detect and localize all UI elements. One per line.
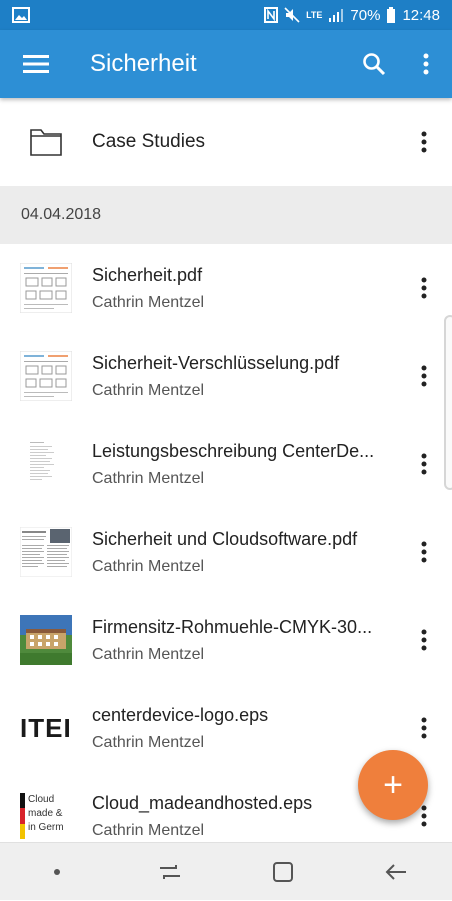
more-vert-icon bbox=[423, 53, 429, 75]
search-icon bbox=[363, 53, 386, 76]
nfc-icon bbox=[264, 7, 279, 23]
more-vert-icon bbox=[421, 717, 427, 739]
mute-icon bbox=[284, 7, 300, 23]
file-owner: Cathrin Mentzel bbox=[92, 821, 205, 839]
file-name: Sicherheit.pdf bbox=[92, 264, 203, 285]
fast-scroll-handle[interactable] bbox=[444, 315, 452, 490]
file-name: Firmensitz-Rohmuehle-CMYK-30... bbox=[92, 616, 373, 637]
pdf-thumbnail bbox=[0, 332, 92, 420]
recents-icon bbox=[159, 864, 180, 879]
add-button[interactable]: + bbox=[358, 750, 428, 820]
eps-thumbnail-line: Cloud bbox=[28, 794, 55, 805]
hamburger-icon bbox=[23, 55, 49, 73]
app-bar: Sicherheit bbox=[0, 30, 452, 98]
more-vert-icon bbox=[421, 453, 427, 475]
network-type: LTE bbox=[306, 10, 323, 20]
more-vert-icon bbox=[421, 277, 427, 299]
home-icon bbox=[272, 861, 293, 882]
file-list[interactable]: Case Studies 04.04.2018 Sicherheit.pdf C… bbox=[0, 98, 452, 842]
overflow-menu-button[interactable] bbox=[400, 30, 452, 98]
system-nav-bar bbox=[0, 842, 452, 900]
pdf-thumbnail bbox=[0, 420, 92, 508]
status-bar: LTE 70% 12:48 bbox=[0, 0, 452, 30]
folder-row[interactable]: Case Studies bbox=[0, 98, 452, 186]
file-name: centerdevice-logo.eps bbox=[92, 704, 269, 725]
file-owner: Cathrin Mentzel bbox=[92, 733, 205, 751]
folder-icon bbox=[0, 127, 92, 157]
list-item[interactable]: Sicherheit und Cloudsoftware.pdf Cathrin… bbox=[0, 508, 452, 596]
recent-apps-button[interactable] bbox=[140, 843, 200, 901]
image-thumbnail bbox=[0, 596, 92, 684]
eps-thumbnail-line: in Germ bbox=[28, 822, 64, 833]
search-button[interactable] bbox=[348, 30, 400, 98]
folder-more-button[interactable] bbox=[396, 112, 452, 172]
file-more-button[interactable] bbox=[396, 258, 452, 318]
file-name: Sicherheit und Cloudsoftware.pdf bbox=[92, 528, 358, 549]
eps-thumbnail-line: made & bbox=[28, 808, 63, 819]
file-more-button[interactable] bbox=[396, 522, 452, 582]
plus-icon: + bbox=[383, 765, 403, 804]
file-more-button[interactable] bbox=[396, 610, 452, 670]
file-more-button[interactable] bbox=[396, 698, 452, 758]
dot-icon bbox=[53, 868, 60, 875]
logo-thumbnail-text: ITEI bbox=[20, 712, 72, 743]
battery-percent: 70% bbox=[350, 6, 381, 24]
page-title: Sicherheit bbox=[90, 50, 197, 77]
file-name: Cloud_madeandhosted.eps bbox=[92, 792, 313, 813]
more-vert-icon bbox=[421, 629, 427, 651]
battery-icon bbox=[387, 7, 396, 23]
more-vert-icon bbox=[421, 805, 427, 827]
list-item[interactable]: Firmensitz-Rohmuehle-CMYK-30... Cathrin … bbox=[0, 596, 452, 684]
folder-name: Case Studies bbox=[92, 131, 206, 152]
file-owner: Cathrin Mentzel bbox=[92, 293, 205, 311]
logo-thumbnail: ITEI bbox=[0, 684, 92, 772]
list-item[interactable]: Sicherheit.pdf Cathrin Mentzel bbox=[0, 244, 452, 332]
list-item[interactable]: Sicherheit-Verschlüsselung.pdf Cathrin M… bbox=[0, 332, 452, 420]
date-group-header: 04.04.2018 bbox=[0, 186, 452, 244]
home-button[interactable] bbox=[253, 843, 313, 901]
nav-dot-button[interactable] bbox=[27, 843, 87, 901]
file-owner: Cathrin Mentzel bbox=[92, 557, 205, 575]
more-vert-icon bbox=[421, 365, 427, 387]
file-owner: Cathrin Mentzel bbox=[92, 381, 205, 399]
pdf-thumbnail bbox=[0, 508, 92, 596]
pdf-thumbnail bbox=[0, 244, 92, 332]
list-item[interactable]: Leistungsbeschreibung CenterDe... Cathri… bbox=[0, 420, 452, 508]
back-arrow-icon bbox=[385, 863, 406, 880]
signal-icon bbox=[329, 9, 344, 22]
eps-thumbnail: Cloud made & in Germ bbox=[0, 772, 92, 842]
image-notification-icon bbox=[12, 7, 30, 23]
menu-button[interactable] bbox=[0, 30, 72, 98]
file-owner: Cathrin Mentzel bbox=[92, 645, 205, 663]
file-name: Leistungsbeschreibung CenterDe... bbox=[92, 440, 375, 461]
file-name: Sicherheit-Verschlüsselung.pdf bbox=[92, 352, 340, 373]
back-button[interactable] bbox=[366, 843, 426, 901]
file-owner: Cathrin Mentzel bbox=[92, 469, 205, 487]
more-vert-icon bbox=[421, 131, 427, 153]
clock: 12:48 bbox=[402, 6, 440, 24]
more-vert-icon bbox=[421, 541, 427, 563]
